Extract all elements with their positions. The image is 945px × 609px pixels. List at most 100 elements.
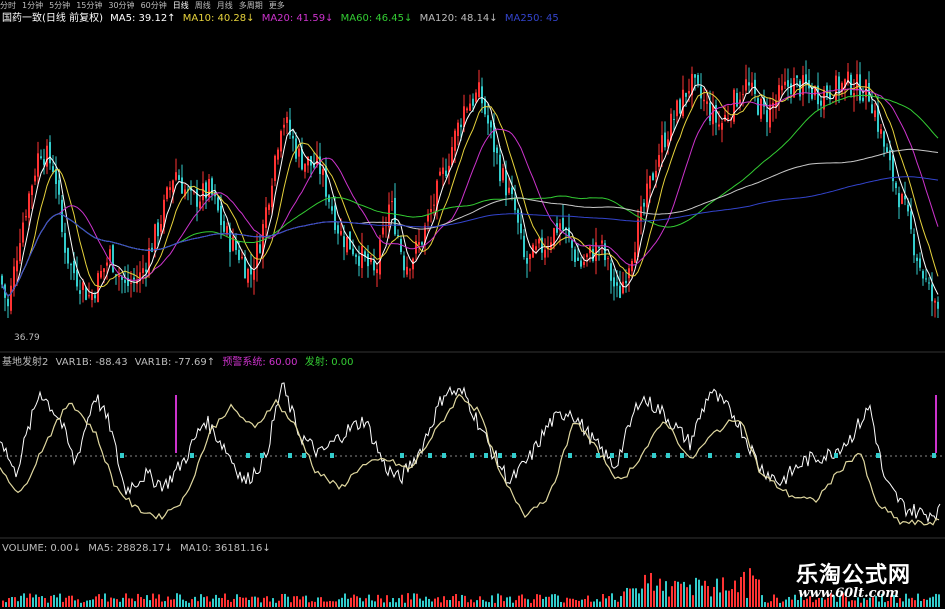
candle-body: [562, 218, 564, 230]
ma60-line: [1, 94, 939, 297]
volume-bar: [182, 599, 184, 607]
signal-mark: [120, 453, 124, 458]
volume-bar: [398, 598, 400, 607]
volume-bar: [224, 593, 226, 607]
signal-mark: [330, 453, 334, 458]
volume-bar: [530, 602, 532, 607]
candle-body: [238, 249, 240, 261]
candle-body: [619, 285, 621, 298]
volume-bar: [878, 601, 880, 607]
volume-bar: [692, 595, 694, 607]
volume-bar: [479, 596, 481, 607]
candle-body: [475, 92, 477, 102]
volume-bar: [635, 588, 637, 607]
volume-bar: [215, 594, 217, 607]
candle-body: [61, 199, 63, 232]
volume-bar: [860, 602, 862, 607]
volume-bar: [554, 594, 556, 607]
candle-body: [34, 175, 36, 182]
candle-body: [172, 180, 174, 193]
volume-bar: [779, 602, 781, 607]
candle-body: [544, 249, 546, 258]
volume-bar: [413, 593, 415, 607]
signal-mark: [666, 453, 670, 458]
volume-bar: [221, 598, 223, 607]
candle-body: [652, 173, 654, 181]
volume-bar: [581, 599, 583, 607]
candle-body: [931, 284, 933, 302]
candle-body: [340, 230, 342, 235]
candle-body: [403, 255, 405, 271]
candle-body: [229, 227, 231, 253]
volume-bar: [284, 593, 286, 607]
volume-bar: [644, 574, 646, 607]
volume-bar: [719, 592, 721, 607]
volume-bar: [74, 600, 76, 607]
volume-bar: [149, 600, 151, 607]
volume-bar: [713, 586, 715, 607]
candle-body: [757, 98, 759, 115]
volume-bar: [425, 596, 427, 607]
volume-bar: [647, 583, 649, 607]
candle-body: [49, 142, 51, 164]
candle-body: [706, 101, 708, 104]
volume-bar: [35, 594, 37, 607]
volume-bar: [797, 600, 799, 607]
candle-body: [361, 246, 363, 268]
volume-bar: [323, 601, 325, 607]
volume-bar: [449, 600, 451, 607]
volume-bar: [89, 600, 91, 607]
candle-body: [478, 82, 480, 97]
volume-bar: [896, 602, 898, 607]
volume-bar: [557, 595, 559, 607]
candle-body: [241, 256, 243, 259]
volume-bar: [11, 597, 13, 607]
signal-mark: [876, 453, 880, 458]
signal-mark: [498, 453, 502, 458]
candle-body: [427, 214, 429, 222]
volume-bar: [767, 602, 769, 607]
candle-body: [886, 147, 888, 153]
volume-bar: [212, 598, 214, 607]
volume-bar: [368, 594, 370, 607]
volume-bar: [53, 594, 55, 607]
candle-body: [517, 209, 519, 223]
candle-body: [490, 121, 492, 128]
volume-bar: [344, 593, 346, 607]
candle-body: [280, 131, 282, 152]
candle-body: [676, 100, 678, 117]
candle-body: [217, 197, 219, 211]
volume-bar: [650, 572, 652, 607]
signal-mark: [624, 453, 628, 458]
candle-body: [256, 242, 258, 268]
candle-body: [526, 257, 528, 264]
candle-body: [685, 92, 687, 97]
volume-bar: [761, 595, 763, 607]
volume-bar: [665, 581, 667, 607]
candle-body: [334, 205, 336, 231]
candle-body: [433, 204, 435, 206]
candle-body: [661, 135, 663, 153]
volume-bar: [134, 601, 136, 607]
volume-bar: [722, 577, 724, 607]
volume-bar: [233, 598, 235, 607]
volume-bar: [101, 598, 103, 607]
volume-bar: [596, 599, 598, 607]
signal-mark: [442, 453, 446, 458]
candle-body: [445, 170, 447, 177]
volume-bar: [770, 601, 772, 607]
candle-body: [928, 282, 930, 284]
candle-body: [622, 281, 624, 294]
volume-bar: [167, 596, 169, 607]
candle-body: [631, 260, 633, 272]
volume-bar: [524, 598, 526, 607]
volume-bar: [503, 601, 505, 607]
volume-bar: [572, 598, 574, 607]
volume-bar: [23, 593, 25, 607]
volume-bar: [755, 578, 757, 607]
candle-body: [244, 257, 246, 279]
signal-mark: [736, 453, 740, 458]
candle-body: [784, 81, 786, 86]
volume-bar: [629, 588, 631, 607]
candle-body: [112, 245, 114, 273]
